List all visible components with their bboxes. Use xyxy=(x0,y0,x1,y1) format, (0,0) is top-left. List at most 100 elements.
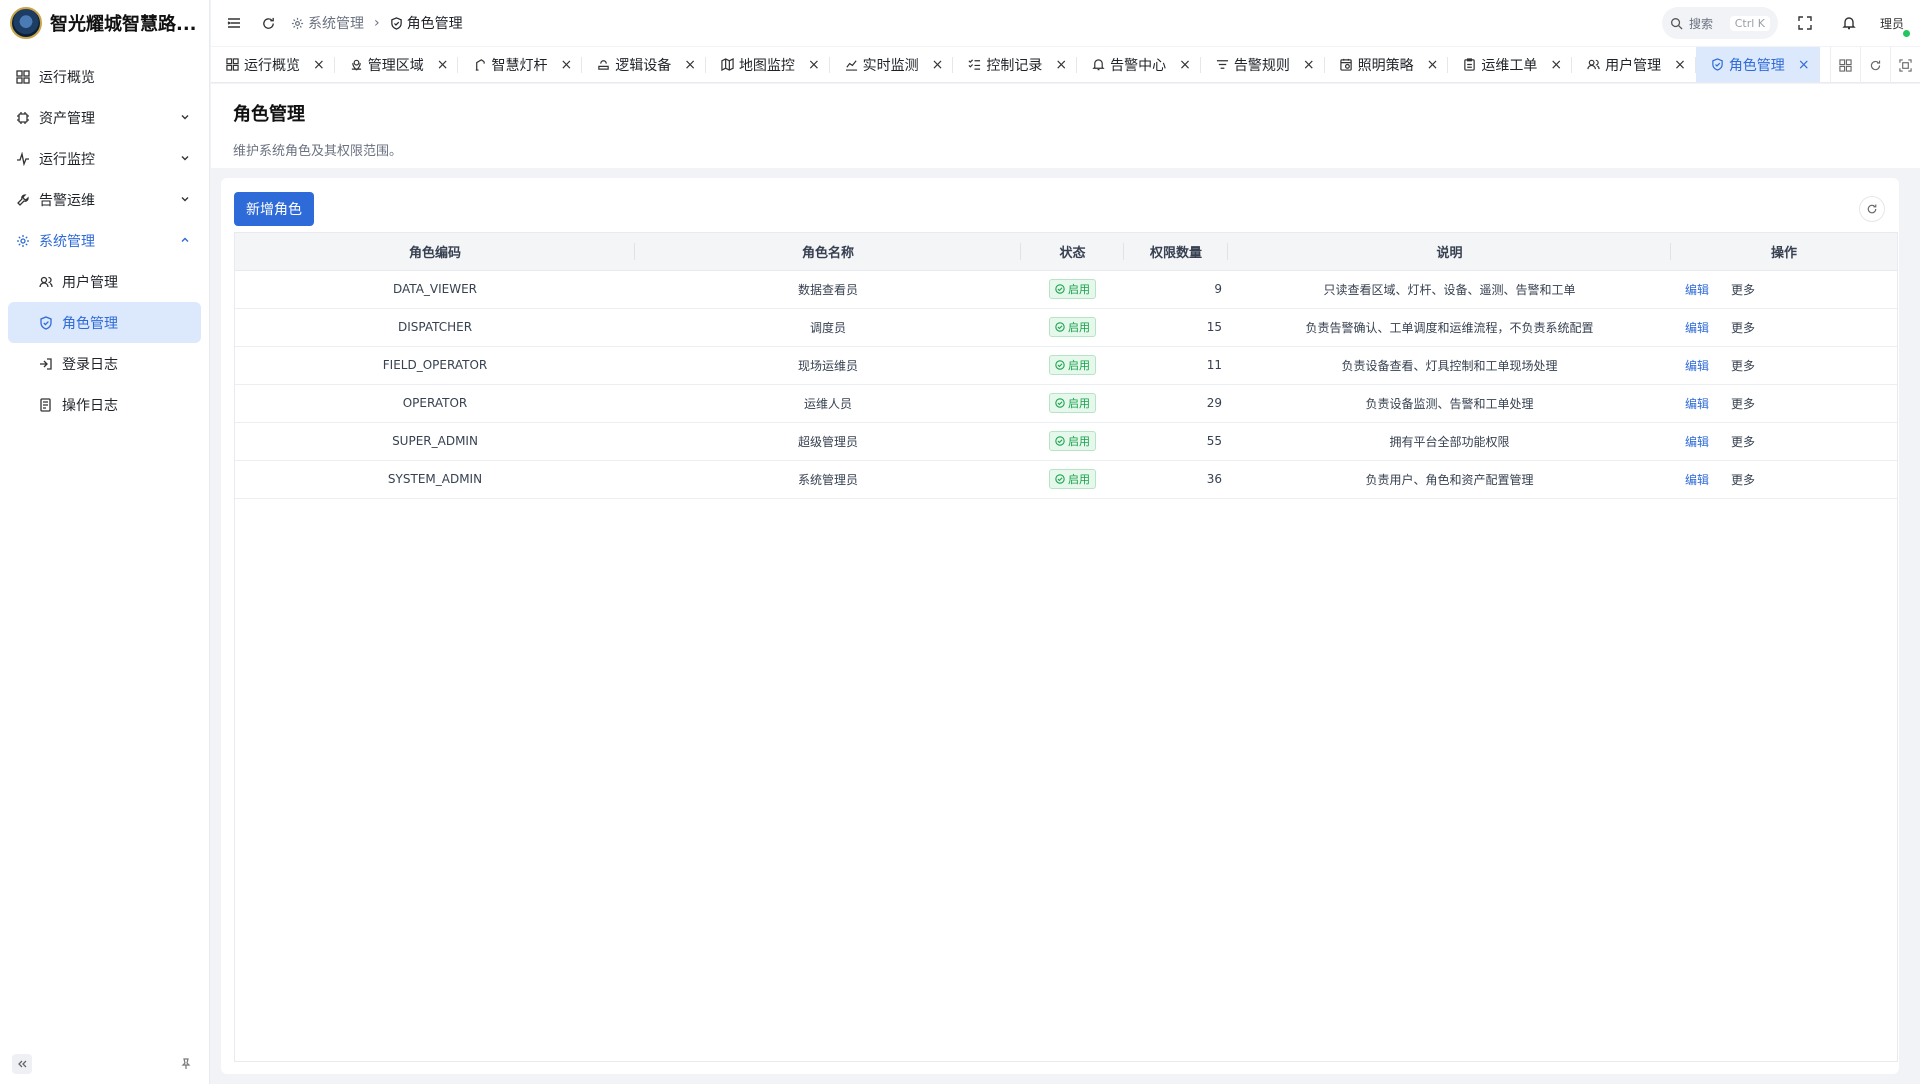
edit-link[interactable]: 编辑 xyxy=(1685,319,1709,336)
close-icon[interactable]: × xyxy=(808,57,820,73)
tab-role-management[interactable]: 角色管理 × xyxy=(1695,47,1820,82)
close-icon[interactable]: × xyxy=(1798,57,1810,73)
brand[interactable]: 智光耀城智慧路... xyxy=(0,0,209,46)
avatar[interactable]: 理员 xyxy=(1876,7,1910,39)
tab-map-monitor[interactable]: 地图监控 × xyxy=(706,47,830,82)
close-icon[interactable]: × xyxy=(313,57,325,73)
notifications-button[interactable] xyxy=(1832,6,1866,40)
app-title: 智光耀城智慧路... xyxy=(50,14,197,35)
close-icon[interactable]: × xyxy=(1674,57,1686,73)
tab-control-records[interactable]: 控制记录 × xyxy=(953,47,1077,82)
close-icon[interactable]: × xyxy=(1055,57,1067,73)
role-description: 负责设备监测、告警和工单处理 xyxy=(1228,384,1671,423)
tab-realtime[interactable]: 实时监测 × xyxy=(830,47,954,82)
sidebar-item-assets[interactable]: 资产管理 xyxy=(8,97,201,138)
add-role-button[interactable]: 新增角色 xyxy=(234,192,314,226)
column-header[interactable]: 角色编码 xyxy=(235,233,635,271)
more-link[interactable]: 更多 xyxy=(1731,281,1755,298)
sidebar-item-roles[interactable]: 角色管理 xyxy=(8,302,201,343)
close-icon[interactable]: × xyxy=(560,57,572,73)
permission-count: 36 xyxy=(1124,460,1228,499)
column-header[interactable]: 角色名称 xyxy=(635,233,1021,271)
tab-grid-button[interactable] xyxy=(1830,47,1860,83)
edit-link[interactable]: 编辑 xyxy=(1685,281,1709,298)
close-icon[interactable]: × xyxy=(1550,57,1562,73)
edit-link[interactable]: 编辑 xyxy=(1685,433,1709,450)
filter-icon xyxy=(1216,60,1228,69)
column-header[interactable]: 操作 xyxy=(1671,233,1897,271)
close-icon[interactable]: × xyxy=(1303,57,1315,73)
breadcrumb-current: 角色管理 xyxy=(406,16,463,32)
column-header[interactable]: 状态 xyxy=(1021,233,1124,271)
online-status-dot xyxy=(1903,30,1910,37)
table-refresh-button[interactable] xyxy=(1859,196,1885,222)
sidebar-item-login-log[interactable]: 登录日志 xyxy=(8,343,201,384)
more-link[interactable]: 更多 xyxy=(1731,357,1755,374)
menu-toggle-button[interactable] xyxy=(217,6,251,40)
sidebar-item-overview[interactable]: 运行概览 xyxy=(8,56,201,97)
role-name: 超级管理员 xyxy=(635,422,1021,461)
tab-areas[interactable]: 管理区域 × xyxy=(335,47,459,82)
close-icon[interactable]: × xyxy=(932,57,944,73)
table-header-row: 角色编码 角色名称 状态 权限数量 说明 操作 xyxy=(235,233,1897,271)
sidebar-item-system[interactable]: 系统管理 xyxy=(8,220,201,261)
edit-link[interactable]: 编辑 xyxy=(1685,395,1709,412)
column-header[interactable]: 说明 xyxy=(1228,233,1671,271)
wrench-icon xyxy=(15,192,31,208)
edit-link[interactable]: 编辑 xyxy=(1685,471,1709,488)
tab-logic-devices[interactable]: 逻辑设备 × xyxy=(582,47,706,82)
map-icon xyxy=(721,58,734,71)
edit-link[interactable]: 编辑 xyxy=(1685,357,1709,374)
search-input[interactable]: 搜索 Ctrl K xyxy=(1662,7,1778,39)
tab-alarm-rules[interactable]: 告警规则 × xyxy=(1201,47,1325,82)
chevron-up-icon xyxy=(181,237,189,242)
refresh-icon xyxy=(1867,204,1877,214)
tab-user-management[interactable]: 用户管理 × xyxy=(1572,47,1696,82)
sidebar-item-label: 运行监控 xyxy=(39,151,95,168)
tab-label: 实时监测 xyxy=(862,57,919,74)
sidebar-item-monitoring[interactable]: 运行监控 xyxy=(8,138,201,179)
tab-maximize-button[interactable] xyxy=(1890,47,1920,83)
tab-work-orders[interactable]: 运维工单 × xyxy=(1448,47,1572,82)
search-shortcut: Ctrl K xyxy=(1729,15,1770,31)
more-link[interactable]: 更多 xyxy=(1731,319,1755,336)
close-icon[interactable]: × xyxy=(1427,57,1439,73)
login-icon xyxy=(38,356,54,372)
close-icon[interactable]: × xyxy=(1179,57,1191,73)
calendar-clock-icon xyxy=(1339,58,1352,71)
fullscreen-button[interactable] xyxy=(1788,6,1822,40)
collapse-sidebar-button[interactable] xyxy=(12,1054,32,1074)
tab-refresh-button[interactable] xyxy=(1860,47,1890,83)
pin-button[interactable] xyxy=(176,1054,196,1074)
tab-label: 告警中心 xyxy=(1110,57,1167,74)
close-icon[interactable]: × xyxy=(437,57,449,73)
status-text: 启用 xyxy=(1068,435,1090,448)
bell-icon xyxy=(1092,59,1105,71)
close-icon[interactable]: × xyxy=(684,57,696,73)
more-link[interactable]: 更多 xyxy=(1731,395,1755,412)
sidebar-item-users[interactable]: 用户管理 xyxy=(8,261,201,302)
tab-alarm-center[interactable]: 告警中心 × xyxy=(1077,47,1201,82)
role-name: 数据查看员 xyxy=(635,270,1021,309)
sidebar-item-operation-log[interactable]: 操作日志 xyxy=(8,384,201,425)
tab-overview[interactable]: 运行概览 × xyxy=(211,47,335,82)
sidebar-item-label: 操作日志 xyxy=(62,397,118,414)
grid-icon xyxy=(1839,58,1852,72)
pin-icon xyxy=(181,1058,191,1069)
column-header[interactable]: 权限数量 xyxy=(1124,233,1228,271)
sidebar-item-alarm-ops[interactable]: 告警运维 xyxy=(8,179,201,220)
tab-smart-poles[interactable]: 智慧灯杆 × xyxy=(458,47,582,82)
sidebar: 智光耀城智慧路... 运行概览 资产管理 运行监控 告警运维 系统管理 用户管理… xyxy=(0,0,210,1084)
more-link[interactable]: 更多 xyxy=(1731,471,1755,488)
tab-label: 运维工单 xyxy=(1481,57,1538,74)
dashboard-icon xyxy=(15,69,31,85)
chevron-down-icon xyxy=(181,115,189,120)
breadcrumb: 系统管理 › 角色管理 xyxy=(291,13,463,33)
more-link[interactable]: 更多 xyxy=(1731,433,1755,450)
breadcrumb-item[interactable]: 系统管理 xyxy=(308,13,364,33)
maximize-icon xyxy=(1899,58,1912,72)
tab-lighting-strategy[interactable]: 照明策略 × xyxy=(1325,47,1449,82)
status-badge: 启用 xyxy=(1049,355,1096,375)
reload-button[interactable] xyxy=(251,6,285,40)
status-text: 启用 xyxy=(1068,321,1090,334)
